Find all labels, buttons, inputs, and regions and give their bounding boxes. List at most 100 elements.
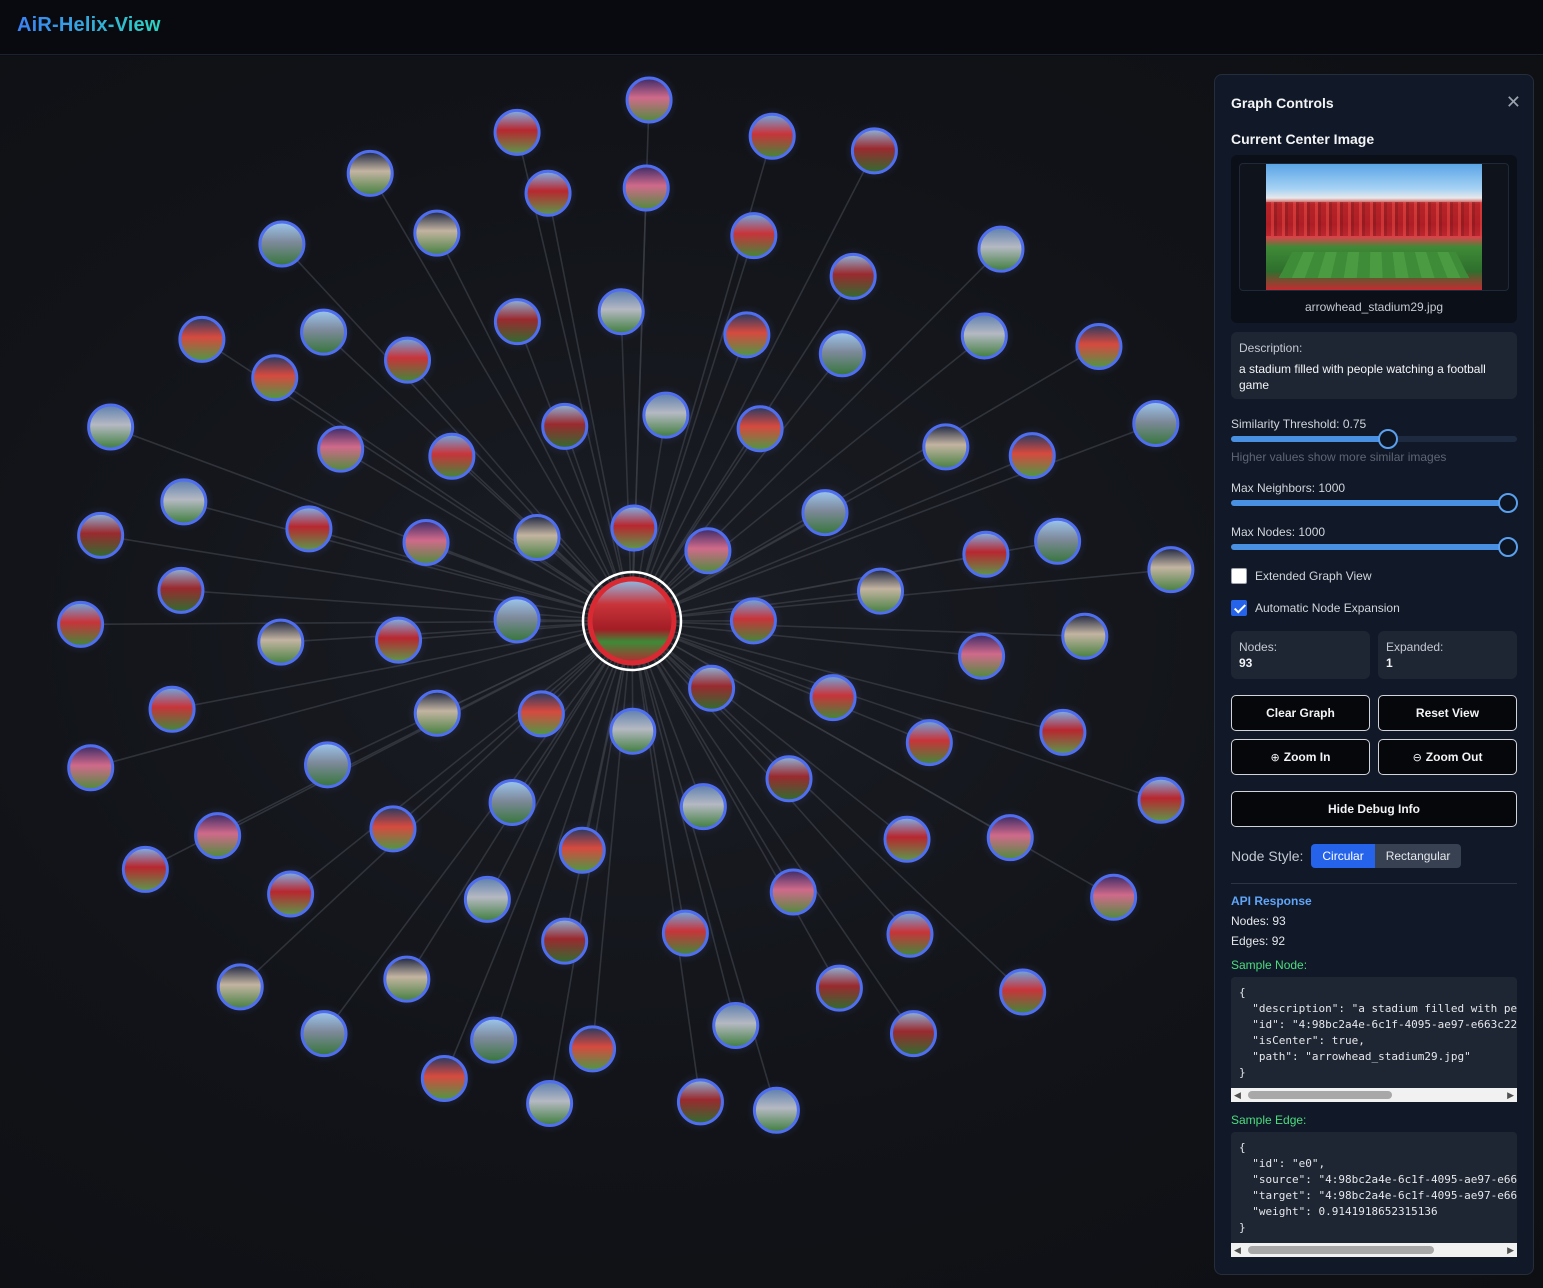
- graph-node[interactable]: [850, 561, 911, 622]
- similarity-slider-knob[interactable]: [1378, 429, 1399, 449]
- extended-view-row[interactable]: Extended Graph View: [1231, 567, 1372, 585]
- graph-node[interactable]: [883, 1003, 944, 1064]
- graph-node[interactable]: [60, 737, 121, 798]
- graph-node[interactable]: [511, 683, 572, 744]
- graph-node[interactable]: [414, 1048, 475, 1109]
- graph-node[interactable]: [406, 203, 467, 264]
- graph-node[interactable]: [1083, 867, 1144, 928]
- graph-node[interactable]: [980, 807, 1041, 868]
- graph-node[interactable]: [421, 426, 482, 487]
- close-icon[interactable]: ✕: [1506, 92, 1521, 113]
- graph-node[interactable]: [552, 820, 613, 881]
- graph-node[interactable]: [482, 772, 543, 833]
- max-nodes-slider[interactable]: [1231, 537, 1519, 557]
- graph-node[interactable]: [742, 106, 803, 167]
- graph-node[interactable]: [377, 330, 438, 391]
- graph-node[interactable]: [876, 809, 937, 870]
- graph-node[interactable]: [278, 498, 339, 559]
- sample-edge-code[interactable]: { "id": "e0", "source": "4:98bc2a4e-6c1f…: [1231, 1132, 1517, 1243]
- node-style-circular[interactable]: Circular: [1311, 844, 1375, 868]
- scroll-right-icon[interactable]: ▶: [1507, 1090, 1514, 1101]
- graph-node[interactable]: [673, 776, 734, 837]
- graph-node[interactable]: [635, 385, 696, 446]
- graph-node[interactable]: [487, 102, 548, 163]
- graph-node[interactable]: [1027, 511, 1088, 572]
- auto-expand-row[interactable]: Automatic Node Expansion: [1231, 599, 1400, 617]
- graph-node[interactable]: [1130, 770, 1191, 831]
- graph-node[interactable]: [80, 397, 141, 458]
- graph-node[interactable]: [507, 507, 568, 568]
- hide-debug-button[interactable]: Hide Debug Info: [1231, 791, 1517, 827]
- max-neighbors-slider-knob[interactable]: [1498, 493, 1519, 513]
- graph-node[interactable]: [723, 590, 784, 651]
- graph-node[interactable]: [616, 157, 677, 218]
- graph-node[interactable]: [899, 712, 960, 773]
- graph-node[interactable]: [310, 419, 371, 480]
- graph-node[interactable]: [1140, 539, 1201, 600]
- graph-node[interactable]: [677, 520, 738, 581]
- graph-node[interactable]: [879, 904, 940, 965]
- graph-node[interactable]: [518, 163, 579, 224]
- zoom-in-button[interactable]: ⊕ Zoom In: [1231, 739, 1370, 775]
- graph-node[interactable]: [142, 679, 203, 740]
- graph-node[interactable]: [171, 309, 232, 370]
- auto-expand-checkbox[interactable]: [1231, 600, 1247, 616]
- graph-node[interactable]: [803, 667, 864, 728]
- graph-node[interactable]: [1125, 393, 1186, 454]
- graph-node[interactable]: [670, 1071, 731, 1132]
- graph-node[interactable]: [244, 347, 305, 408]
- graph-node[interactable]: [70, 505, 131, 566]
- graph-node[interactable]: [705, 995, 766, 1056]
- graph-node[interactable]: [251, 214, 312, 275]
- graph-node[interactable]: [376, 949, 437, 1010]
- graph-node[interactable]: [396, 512, 457, 573]
- graph-node[interactable]: [457, 869, 518, 930]
- graph-node[interactable]: [50, 594, 111, 655]
- graph-node[interactable]: [723, 205, 784, 266]
- extended-view-checkbox[interactable]: [1231, 568, 1247, 584]
- graph-node[interactable]: [1002, 425, 1063, 486]
- graph-node[interactable]: [534, 911, 595, 972]
- center-node[interactable]: [581, 570, 683, 672]
- graph-node[interactable]: [992, 962, 1053, 1023]
- graph-node[interactable]: [730, 398, 791, 459]
- graph-node[interactable]: [210, 956, 271, 1017]
- graph-node[interactable]: [187, 805, 248, 866]
- graph-node[interactable]: [487, 589, 548, 650]
- max-neighbors-slider[interactable]: [1231, 493, 1519, 513]
- clear-graph-button[interactable]: Clear Graph: [1231, 695, 1370, 731]
- graph-node[interactable]: [655, 903, 716, 964]
- graph-node[interactable]: [681, 658, 742, 719]
- graph-node[interactable]: [260, 863, 321, 924]
- reset-view-button[interactable]: Reset View: [1378, 695, 1517, 731]
- graph-node[interactable]: [115, 839, 176, 900]
- graph-node[interactable]: [970, 219, 1031, 280]
- graph-node[interactable]: [1054, 606, 1115, 667]
- sample-edge-scrollbar[interactable]: ◀ ▶: [1231, 1243, 1517, 1257]
- max-nodes-slider-knob[interactable]: [1498, 537, 1519, 557]
- node-style-rectangular[interactable]: Rectangular: [1374, 844, 1462, 868]
- graph-node[interactable]: [812, 323, 873, 384]
- graph-node[interactable]: [603, 497, 664, 558]
- sample-node-scrollbar[interactable]: ◀ ▶: [1231, 1088, 1517, 1102]
- graph-node[interactable]: [951, 626, 1012, 687]
- graph-node[interactable]: [407, 683, 468, 744]
- similarity-slider[interactable]: [1231, 429, 1517, 449]
- graph-node[interactable]: [362, 798, 423, 859]
- graph-node[interactable]: [915, 416, 976, 477]
- graph-node[interactable]: [293, 302, 354, 363]
- graph-node[interactable]: [844, 120, 905, 181]
- sample-node-code[interactable]: { "description": "a stadium filled with …: [1231, 977, 1517, 1088]
- graph-node[interactable]: [809, 958, 870, 1019]
- graph-node[interactable]: [823, 246, 884, 307]
- graph-node[interactable]: [519, 1073, 580, 1134]
- scrollbar-thumb[interactable]: [1248, 1091, 1392, 1099]
- graph-node[interactable]: [1068, 316, 1129, 377]
- graph-node[interactable]: [954, 305, 1015, 366]
- scroll-right-icon[interactable]: ▶: [1507, 1245, 1514, 1256]
- scroll-left-icon[interactable]: ◀: [1234, 1090, 1241, 1101]
- graph-node[interactable]: [250, 612, 311, 673]
- graph-node[interactable]: [763, 862, 824, 923]
- graph-node[interactable]: [297, 734, 358, 795]
- graph-node[interactable]: [463, 1010, 524, 1071]
